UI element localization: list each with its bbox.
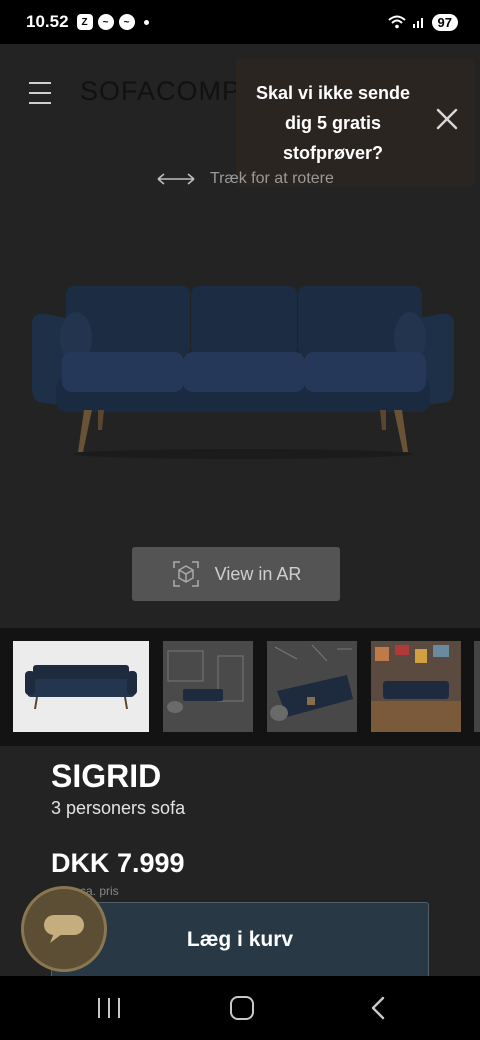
chat-button[interactable] bbox=[21, 886, 107, 972]
wifi-icon bbox=[387, 15, 406, 29]
recent-apps-icon[interactable] bbox=[98, 998, 120, 1018]
add-to-cart-button[interactable]: Læg i kurv bbox=[51, 902, 429, 976]
thumbnail-side-sketch[interactable] bbox=[267, 641, 357, 732]
calendar-icon: Z bbox=[76, 14, 93, 30]
close-icon[interactable] bbox=[436, 108, 458, 130]
product-name: SIGRID bbox=[51, 758, 162, 794]
messenger-icon: ~ bbox=[97, 14, 114, 30]
sofa-3d-viewer[interactable] bbox=[28, 280, 458, 460]
product-subtitle: 3 personers sofa bbox=[51, 798, 186, 818]
messenger-icon: ~ bbox=[118, 14, 135, 30]
product-page: SOFACOMPA Skal vi ikke sende dig 5 grati… bbox=[0, 44, 480, 976]
thumbnail-sofa-studio[interactable] bbox=[13, 641, 149, 732]
ar-cube-icon bbox=[172, 561, 199, 587]
thumbnail-room-sketch[interactable] bbox=[163, 641, 253, 732]
site-logo[interactable]: SOFACOMPA bbox=[80, 76, 258, 107]
product-price: DKK 7.999 bbox=[51, 848, 185, 878]
signal-icon bbox=[412, 18, 423, 28]
back-icon[interactable] bbox=[368, 996, 388, 1020]
thumbnail-strip bbox=[0, 628, 480, 746]
status-bar: 10.52 Z ~ ~ 97 bbox=[0, 0, 480, 44]
popup-message[interactable]: Skal vi ikke sende dig 5 gratis stofprøv… bbox=[244, 78, 422, 168]
status-system-icons: 97 bbox=[387, 13, 458, 31]
battery-indicator: 97 bbox=[431, 13, 458, 31]
thumbnail-partial[interactable] bbox=[474, 641, 480, 732]
status-notification-icons: Z ~ ~ bbox=[76, 14, 149, 30]
view-in-ar-label: View in AR bbox=[214, 563, 302, 584]
rotate-arrows-icon bbox=[157, 173, 195, 185]
home-icon[interactable] bbox=[230, 996, 254, 1020]
fabric-sample-popup: Skal vi ikke sende dig 5 gratis stofprøv… bbox=[236, 58, 474, 186]
android-nav-bar bbox=[0, 976, 480, 1040]
status-time: 10.52 bbox=[26, 12, 69, 31]
rotate-hint-text: Træk for at rotere bbox=[210, 170, 334, 187]
rotate-hint: Træk for at rotere bbox=[156, 170, 334, 188]
chat-bubble-icon bbox=[44, 915, 84, 943]
view-in-ar-button[interactable]: View in AR bbox=[132, 547, 340, 601]
notification-dot bbox=[143, 19, 149, 25]
add-to-cart-label: Læg i kurv bbox=[186, 928, 294, 951]
hamburger-icon[interactable] bbox=[29, 82, 51, 104]
thumbnail-living-room[interactable] bbox=[371, 641, 461, 732]
